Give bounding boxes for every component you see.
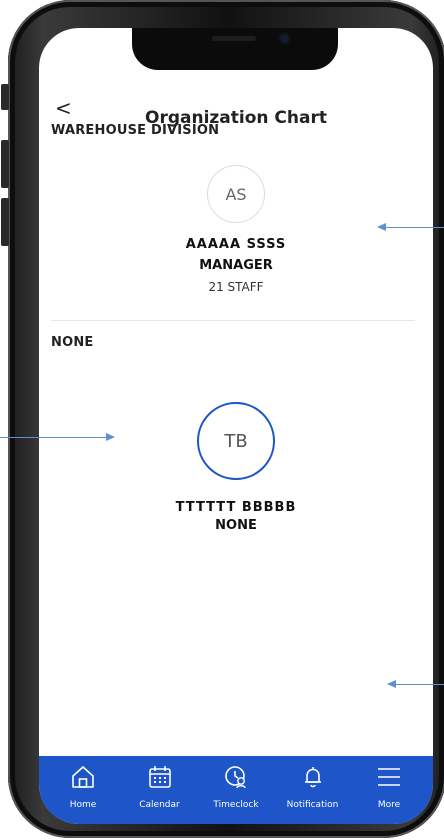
menu-icon	[378, 768, 400, 786]
tab-timeclock[interactable]: Timeclock	[198, 756, 274, 824]
notch	[132, 28, 338, 70]
home-icon	[72, 766, 94, 788]
staff-count[interactable]: 21 STAFF	[39, 280, 433, 294]
annotation-arrow	[387, 680, 444, 688]
person-role: MANAGER	[199, 258, 273, 273]
calendar-icon	[148, 766, 171, 788]
tab-label: More	[377, 800, 401, 810]
section-title-none: NONE	[51, 335, 94, 350]
tab-label: Calendar	[139, 800, 180, 810]
annotation-arrow	[377, 223, 444, 231]
speaker	[212, 36, 256, 41]
tab-more[interactable]: More	[351, 756, 427, 824]
tab-notification[interactable]: Notification	[275, 756, 351, 824]
person-role: NONE	[215, 518, 257, 533]
person-name: AAAAA SSSS	[185, 237, 287, 252]
person-name: TTTTTT BBBBB	[175, 500, 297, 515]
timeclock-icon	[225, 766, 246, 789]
bell-icon	[304, 767, 321, 788]
volume-down-button	[1, 198, 9, 246]
avatar-initials: AS	[225, 184, 247, 204]
bottom-tab-bar: Home Calendar Timeclock Notification Mor…	[39, 756, 433, 824]
avatar-manager[interactable]: AS	[207, 165, 265, 223]
tab-label: Timeclock	[213, 800, 259, 810]
tab-calendar[interactable]: Calendar	[122, 756, 198, 824]
mute-switch	[1, 84, 9, 110]
tab-label: Notification	[286, 800, 339, 810]
section-title-warehouse-division: WAREHOUSE DIVISION	[51, 123, 220, 138]
annotation-arrow	[0, 433, 115, 441]
screen: < Organization Chart WAREHOUSE DIVISION …	[39, 28, 433, 824]
avatar-employee[interactable]: TB	[197, 402, 275, 480]
section-divider	[51, 320, 415, 321]
avatar-initials: TB	[224, 430, 248, 452]
tab-label: Home	[69, 800, 97, 810]
volume-up-button	[1, 140, 9, 188]
tab-home[interactable]: Home	[45, 756, 121, 824]
camera	[280, 34, 289, 43]
